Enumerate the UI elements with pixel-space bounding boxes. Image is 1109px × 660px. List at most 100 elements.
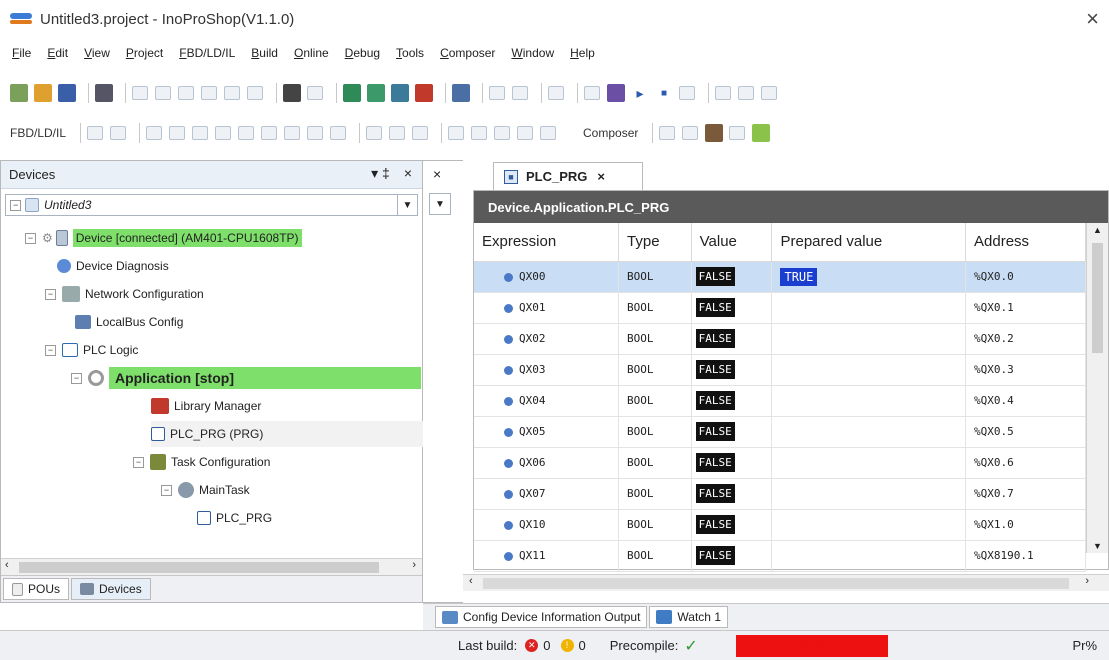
add-object-icon[interactable] — [489, 86, 505, 100]
build-icon[interactable] — [452, 84, 470, 102]
copy-icon[interactable] — [201, 86, 217, 100]
scroll-right-icon[interactable]: › — [1085, 575, 1089, 587]
print-icon[interactable] — [95, 84, 113, 102]
prepared-value-cell[interactable] — [771, 385, 967, 417]
step-out-icon[interactable] — [761, 86, 777, 100]
insert-input-icon[interactable] — [307, 126, 324, 140]
collapse-icon[interactable]: − — [10, 199, 21, 211]
scroll-up-icon[interactable]: ▲ — [1093, 225, 1102, 235]
watch-vertical-scrollbar[interactable]: ▲ ▼ — [1086, 223, 1108, 553]
new-project-icon[interactable] — [10, 84, 28, 102]
collapse-icon[interactable]: − — [45, 344, 56, 356]
chevron-down-icon[interactable]: ▼ — [429, 193, 451, 215]
chevron-down-icon[interactable]: ▼ — [397, 195, 417, 215]
tab-devices[interactable]: Devices — [71, 578, 151, 600]
prepared-value-cell[interactable] — [771, 478, 967, 510]
editor-horizontal-scrollbar[interactable]: ‹ › — [463, 574, 1109, 591]
negate-icon[interactable] — [448, 126, 465, 140]
column-header-type[interactable]: Type — [618, 223, 692, 262]
scrollbar-thumb[interactable] — [1092, 243, 1103, 353]
table-row[interactable]: QX00 BOOL FALSE TRUE %QX0.0 — [474, 261, 1086, 293]
table-row[interactable]: QX06 BOOL FALSE %QX0.6 — [474, 447, 1086, 479]
scroll-left-icon[interactable]: ‹ — [5, 559, 9, 571]
tree-item-network-configuration[interactable]: − Network Configuration — [45, 281, 204, 307]
collapse-icon[interactable]: − — [133, 456, 144, 468]
step-over-icon[interactable] — [715, 86, 731, 100]
cut-icon[interactable] — [178, 86, 194, 100]
insert-network-icon[interactable] — [87, 126, 104, 140]
insert-empty-box-en-icon[interactable] — [238, 126, 255, 140]
menu-item-build[interactable]: Build — [251, 46, 278, 60]
composer-chart-icon[interactable] — [752, 124, 771, 142]
delete-icon[interactable] — [247, 86, 263, 100]
tab-plc-prg[interactable]: ■ PLC_PRG × — [493, 162, 643, 190]
close-window-button[interactable]: × — [1086, 6, 1099, 32]
monitor-icon[interactable] — [548, 86, 564, 100]
add-folder-icon[interactable] — [512, 86, 528, 100]
tree-item-main-task[interactable]: − MainTask — [161, 477, 250, 503]
tree-item-plc-prg[interactable]: PLC_PRG (PRG) — [151, 421, 423, 447]
prepared-value-cell[interactable] — [771, 540, 967, 572]
tree-item-library-manager[interactable]: Library Manager — [151, 393, 261, 419]
menu-item-view[interactable]: View — [84, 46, 110, 60]
collapse-icon[interactable]: − — [161, 484, 172, 496]
replace-icon[interactable] — [307, 86, 323, 100]
table-row[interactable]: QX04 BOOL FALSE %QX0.4 — [474, 385, 1086, 417]
save-icon[interactable] — [58, 84, 76, 102]
redo-icon[interactable] — [155, 86, 171, 100]
edge-detect-icon[interactable] — [471, 126, 488, 140]
write-values-icon[interactable] — [584, 86, 600, 100]
insert-jump-icon[interactable] — [261, 126, 278, 140]
step-into-icon[interactable] — [738, 86, 754, 100]
menu-item-composer[interactable]: Composer — [440, 46, 495, 60]
run-icon[interactable]: ▸ — [631, 84, 649, 102]
tree-item-plc-logic[interactable]: − PLC Logic — [45, 337, 138, 363]
menu-item-help[interactable]: Help — [570, 46, 595, 60]
tree-item-application[interactable]: − Application [stop] — [71, 365, 421, 391]
table-row[interactable]: QX05 BOOL FALSE %QX0.5 — [474, 416, 1086, 448]
prepared-value-cell[interactable] — [771, 323, 967, 355]
branch-icon[interactable] — [517, 126, 534, 140]
column-header-address[interactable]: Address — [965, 223, 1086, 262]
login-icon[interactable] — [343, 84, 361, 102]
tab-config-device-information-output[interactable]: Config Device Information Output — [435, 606, 648, 628]
paste-icon[interactable] — [224, 86, 240, 100]
prepared-value-text[interactable]: TRUE — [780, 267, 818, 286]
menu-item-window[interactable]: Window — [511, 46, 554, 60]
tab-pous[interactable]: POUs — [3, 578, 70, 600]
tab-watch-1[interactable]: Watch 1 — [649, 606, 728, 628]
insert-coil-icon[interactable] — [412, 126, 429, 140]
column-header-value[interactable]: Value — [691, 223, 773, 262]
table-row[interactable]: QX11 BOOL FALSE %QX8190.1 — [474, 540, 1086, 572]
set-reset-icon[interactable] — [494, 126, 511, 140]
table-row[interactable]: QX01 BOOL FALSE %QX0.1 — [474, 292, 1086, 324]
pane-close-button[interactable]: × — [404, 165, 412, 182]
composer-module-icon[interactable] — [705, 124, 724, 142]
tree-item-device-diagnosis[interactable]: Device Diagnosis — [57, 253, 169, 279]
insert-parallel-contact-icon[interactable] — [389, 126, 406, 140]
tree-item-device[interactable]: − ⚙ Device [connected] (AM401-CPU1608TP) — [25, 225, 302, 251]
scroll-left-icon[interactable]: ‹ — [469, 575, 473, 587]
insert-contact-icon[interactable] — [366, 126, 383, 140]
composer-link-icon[interactable] — [682, 126, 699, 140]
insert-label-icon[interactable] — [330, 126, 347, 140]
scroll-right-icon[interactable]: › — [412, 559, 416, 571]
table-row[interactable]: QX07 BOOL FALSE %QX0.7 — [474, 478, 1086, 510]
scroll-down-icon[interactable]: ▼ — [1093, 541, 1102, 551]
prepared-value-cell[interactable] — [771, 416, 967, 448]
table-row[interactable]: QX02 BOOL FALSE %QX0.2 — [474, 323, 1086, 355]
download-icon[interactable] — [391, 84, 409, 102]
project-root-combo[interactable]: − Untitled3 ▼ — [5, 194, 418, 216]
collapse-icon[interactable]: − — [45, 288, 56, 300]
breakpoint-icon[interactable] — [679, 86, 695, 100]
prepared-value-cell[interactable] — [771, 354, 967, 386]
composer-wand-icon[interactable] — [729, 126, 746, 140]
prepared-value-cell[interactable] — [771, 509, 967, 541]
prepared-value-cell[interactable] — [771, 292, 967, 324]
reset-icon[interactable] — [415, 84, 433, 102]
devices-horizontal-scrollbar[interactable]: ‹ › — [1, 558, 422, 575]
insert-box-en-icon[interactable] — [192, 126, 209, 140]
open-folder-icon[interactable] — [34, 84, 52, 102]
menu-item-edit[interactable]: Edit — [47, 46, 68, 60]
tree-item-task-plc-prg[interactable]: PLC_PRG — [197, 505, 272, 531]
